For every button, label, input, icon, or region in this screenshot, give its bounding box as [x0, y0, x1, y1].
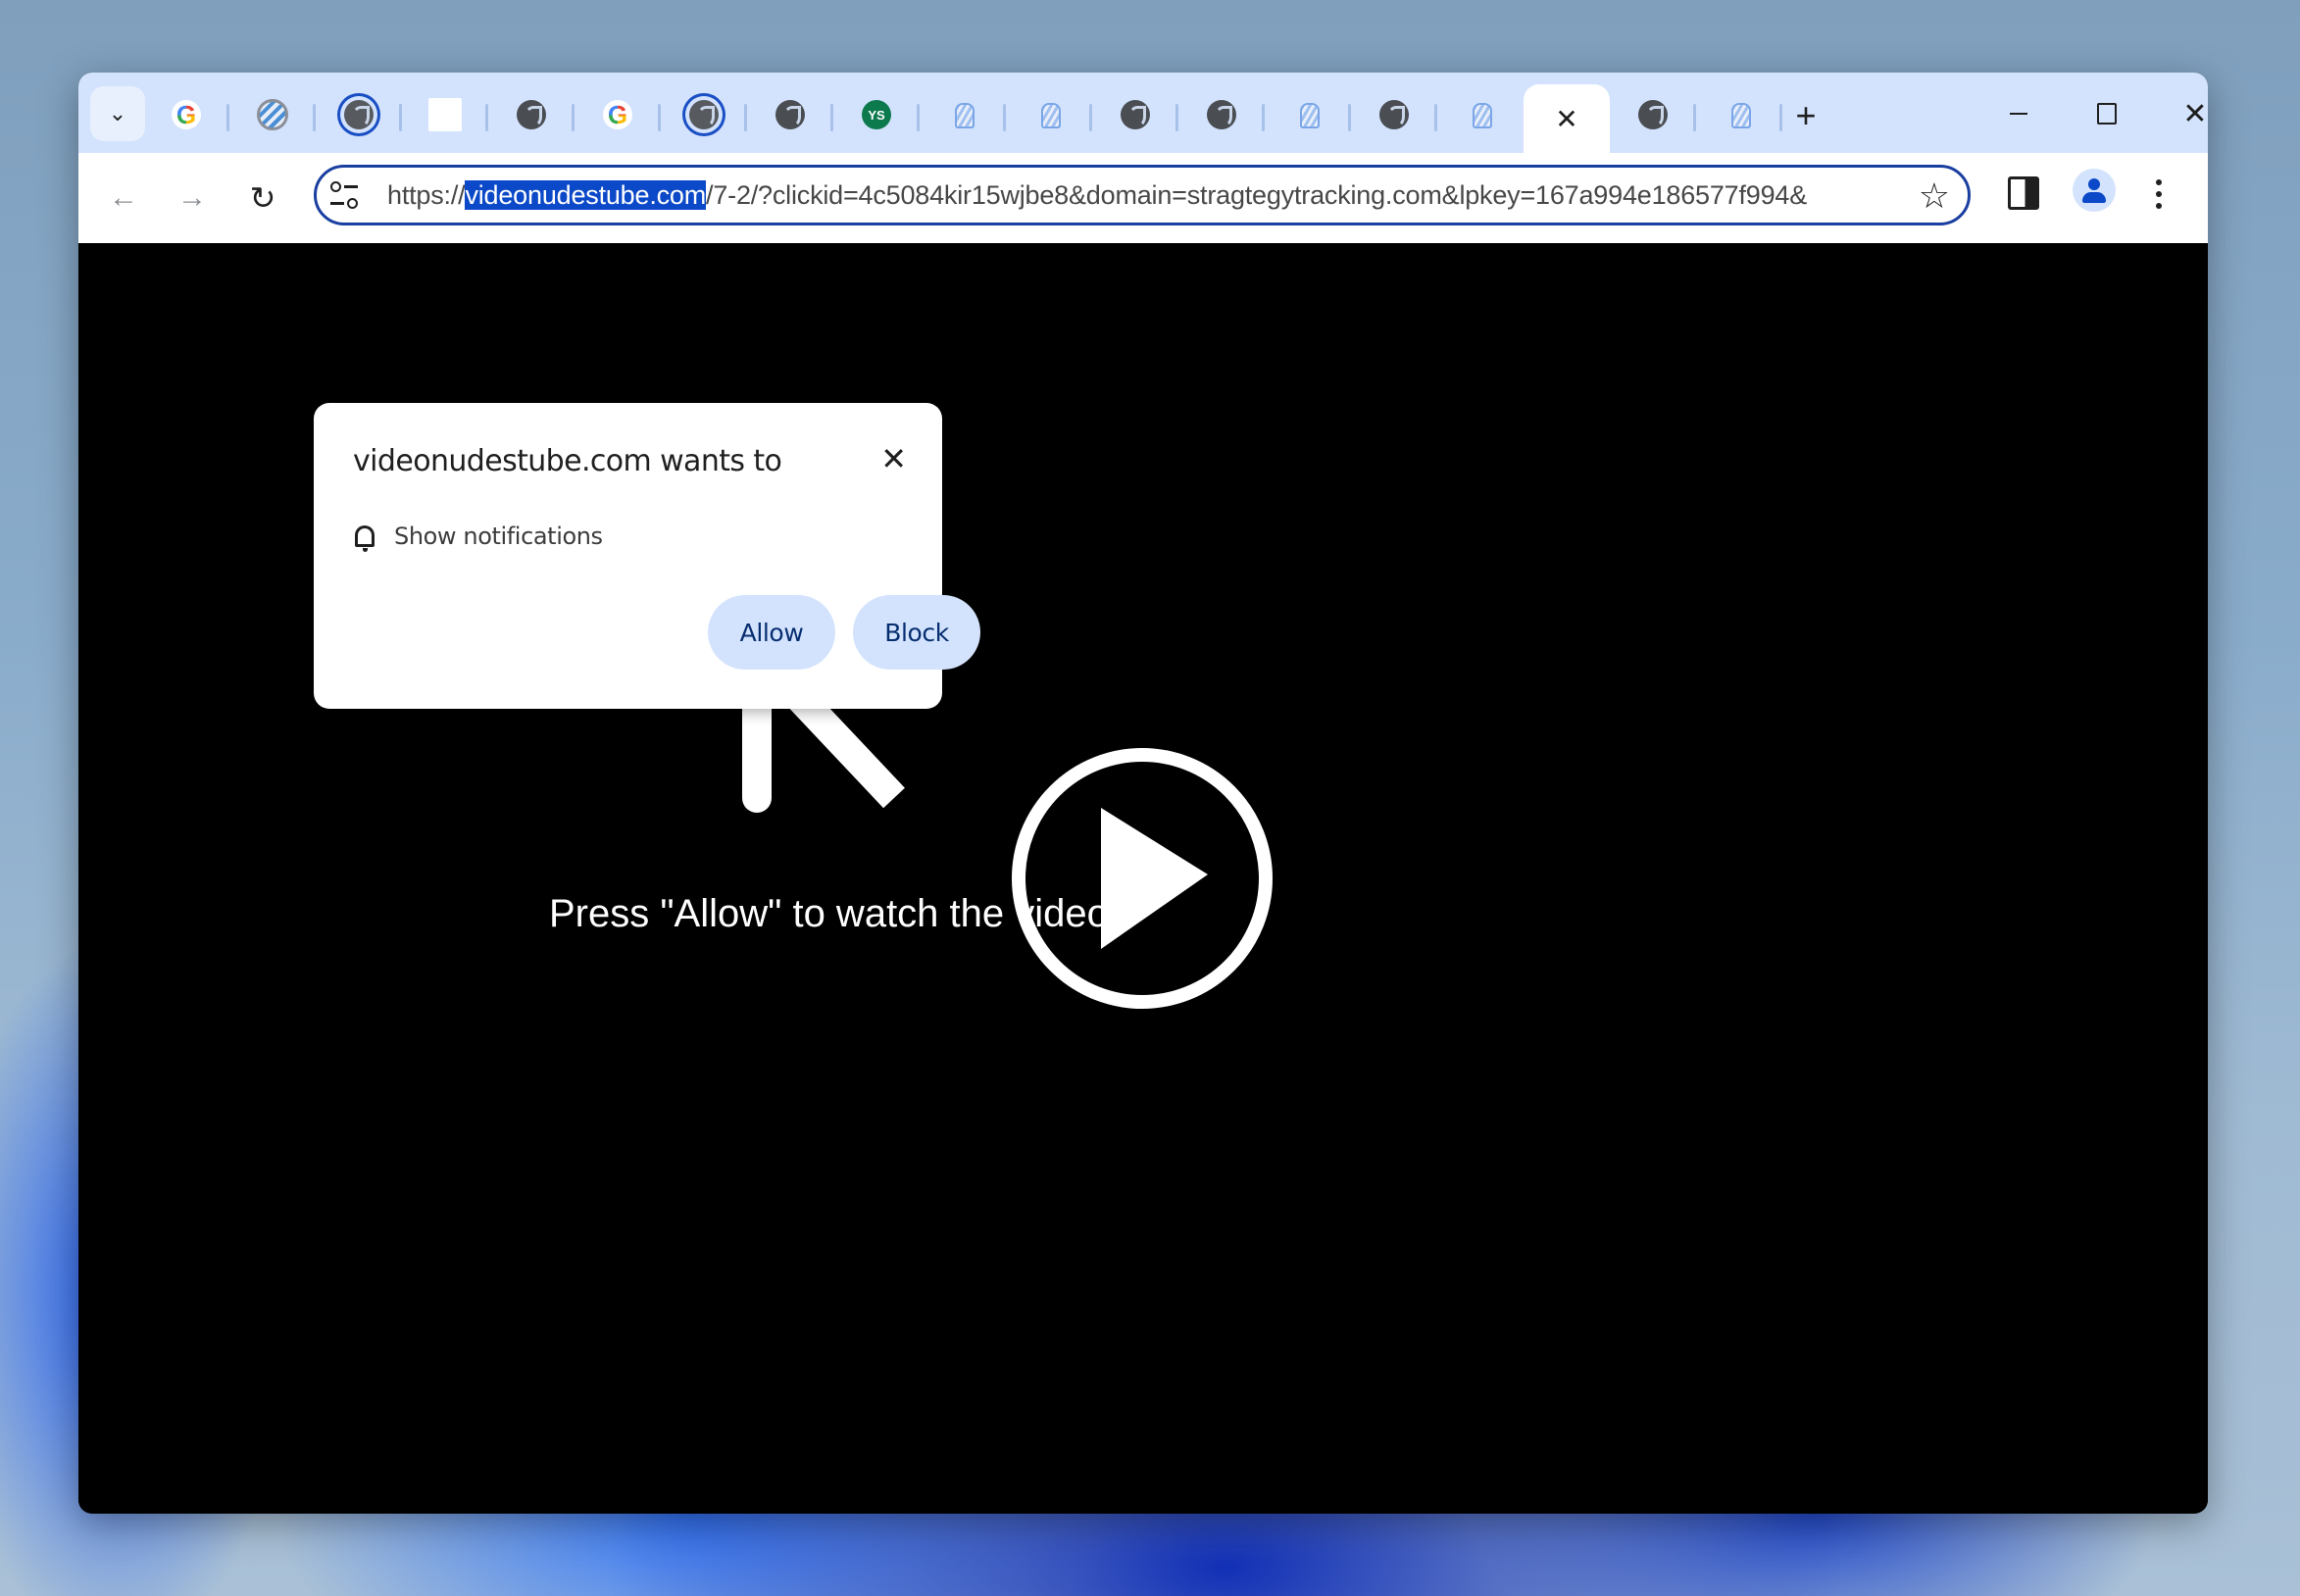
reload-button[interactable]: ↻ [237, 173, 288, 224]
block-button[interactable]: Block [853, 595, 980, 670]
globe-icon [1207, 100, 1236, 129]
permission-row: Show notifications [355, 523, 603, 552]
browser-window: ⌄ G G YS ✕ + ✕ ← → ↻ https://videonudest… [78, 73, 2208, 1514]
tab[interactable] [316, 84, 402, 145]
tab[interactable] [747, 84, 833, 145]
chevron-down-icon: ⌄ [108, 101, 127, 125]
notification-bell-icon [948, 100, 977, 129]
more-menu-button[interactable] [2149, 173, 2169, 216]
loading-globe-icon [689, 100, 719, 129]
person-icon [2088, 178, 2100, 190]
page-content: Press "Allow" to watch the video videonu… [78, 243, 2208, 1514]
address-bar[interactable]: https://videonudestube.com/7-2/?clickid=… [314, 165, 1971, 225]
url-text[interactable]: https://videonudestube.com/7-2/?clickid=… [387, 179, 1897, 211]
url-path: /7-2/?clickid=4c5084kir15wjbe8&domain=st… [706, 179, 1808, 210]
instruction-text: Press "Allow" to watch the video [549, 892, 1109, 935]
new-tab-button[interactable]: + [1784, 94, 1827, 137]
tab[interactable] [1006, 84, 1092, 145]
arrow-left-icon: ← [109, 181, 138, 214]
play-button[interactable] [1012, 748, 1273, 1009]
play-icon[interactable] [1101, 808, 1208, 949]
close-icon[interactable]: ✕ [1555, 103, 1577, 135]
minimize-button[interactable] [1975, 86, 2063, 141]
tab-active[interactable]: ✕ [1524, 84, 1610, 153]
tab-strip: ⌄ G G YS ✕ + ✕ [78, 73, 2208, 153]
reload-icon: ↻ [249, 180, 276, 216]
prompt-title: videonudestube.com wants to [353, 444, 782, 478]
bell-icon [355, 525, 375, 552]
globe-icon [775, 100, 805, 129]
minimize-icon [2010, 113, 2027, 115]
globe-icon [1379, 100, 1409, 129]
kebab-menu-icon [2156, 179, 2162, 185]
arrow-right-icon: → [177, 181, 207, 214]
tab[interactable] [1092, 84, 1178, 145]
url-host-selected: videonudestube.com [465, 179, 707, 210]
tab[interactable]: YS [833, 84, 920, 145]
forward-button[interactable]: → [167, 173, 218, 224]
tab-search-button[interactable]: ⌄ [90, 86, 145, 141]
close-icon: ✕ [2182, 97, 2208, 130]
notification-bell-icon [1725, 100, 1754, 129]
window-close-button[interactable]: ✕ [2151, 86, 2208, 141]
google-icon: G [603, 100, 632, 129]
prompt-close-button[interactable]: ✕ [880, 440, 907, 477]
notification-bell-icon [1466, 100, 1495, 129]
tab[interactable]: G [143, 84, 229, 145]
plus-icon: + [1795, 95, 1817, 135]
globe-icon [1121, 100, 1150, 129]
ys-icon: YS [862, 100, 891, 129]
permission-label: Show notifications [394, 523, 603, 550]
notification-bell-icon [1034, 100, 1064, 129]
tab[interactable]: G [575, 84, 661, 145]
tab[interactable] [661, 84, 747, 145]
tab[interactable] [1265, 84, 1351, 145]
notification-bell-icon [1293, 100, 1323, 129]
striped-circle-icon [257, 99, 288, 130]
maximize-button[interactable] [2063, 86, 2151, 141]
globe-icon [517, 100, 546, 129]
profile-avatar-button[interactable] [2073, 169, 2116, 212]
bookmark-star-icon[interactable]: ☆ [1919, 175, 1950, 217]
tab[interactable] [1351, 84, 1437, 145]
allow-button[interactable]: Allow [708, 595, 835, 670]
tab[interactable] [1437, 84, 1524, 145]
back-button[interactable]: ← [98, 173, 149, 224]
tab[interactable] [488, 84, 575, 145]
tab[interactable] [1696, 84, 1782, 145]
google-icon: G [172, 100, 201, 129]
tab[interactable] [229, 84, 316, 145]
tab[interactable] [1610, 84, 1696, 145]
url-scheme: https:// [387, 179, 466, 210]
tab[interactable] [920, 84, 1006, 145]
tab[interactable] [402, 84, 488, 145]
toolbar: ← → ↻ https://videonudestube.com/7-2/?cl… [78, 153, 2208, 243]
site-info-button[interactable] [330, 177, 366, 213]
globe-icon [1638, 100, 1668, 129]
loading-globe-icon [344, 100, 374, 129]
tab[interactable] [1178, 84, 1265, 145]
maximize-icon [2097, 103, 2117, 125]
side-panel-icon[interactable] [2008, 176, 2039, 210]
tune-icon [330, 181, 366, 192]
play-circle[interactable] [1012, 748, 1273, 1009]
blank-page-icon [428, 98, 462, 131]
tab-separator [1779, 104, 1782, 131]
notification-permission-prompt: videonudestube.com wants to ✕ Show notif… [314, 403, 980, 709]
